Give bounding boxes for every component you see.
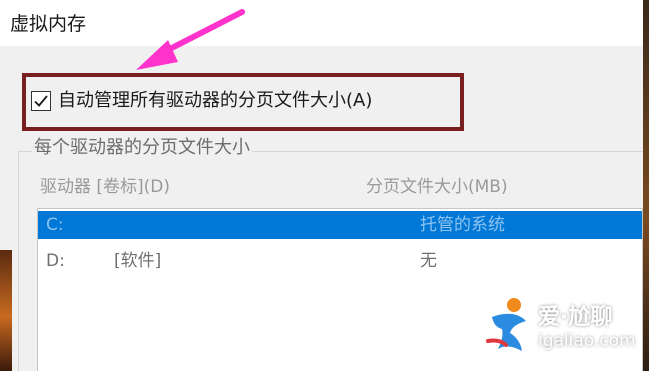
auto-manage-label[interactable]: 自动管理所有驱动器的分页文件大小(A)	[58, 89, 372, 113]
group-title: 每个驱动器的分页文件大小	[32, 137, 252, 159]
drive-letter: C:	[46, 215, 64, 235]
watermark-name: 爱·尬聊	[538, 305, 613, 330]
annotation-arrow-icon	[136, 9, 245, 70]
title-bar: 虚拟内存	[0, 0, 643, 46]
watermark: 爱·尬聊 igaliao.com	[484, 295, 649, 365]
column-header-size: 分页文件大小(MB)	[366, 177, 508, 197]
auto-manage-checkbox[interactable]	[31, 91, 51, 111]
background-strip	[0, 250, 12, 371]
checkmark-icon	[34, 95, 48, 107]
watermark-url: igaliao.com	[538, 331, 636, 351]
drive-label: [软件]	[114, 251, 162, 271]
column-header-drive: 驱动器 [卷标](D)	[40, 177, 171, 197]
drive-row-c[interactable]: C: 托管的系统	[38, 211, 642, 239]
drive-letter: D:	[46, 251, 65, 271]
watermark-logo-icon	[486, 298, 526, 351]
drive-row-d[interactable]: D: [软件] 无	[38, 247, 642, 275]
window-title: 虚拟内存	[10, 13, 87, 35]
drive-size: 无	[420, 251, 437, 271]
drive-size: 托管的系统	[420, 215, 505, 235]
